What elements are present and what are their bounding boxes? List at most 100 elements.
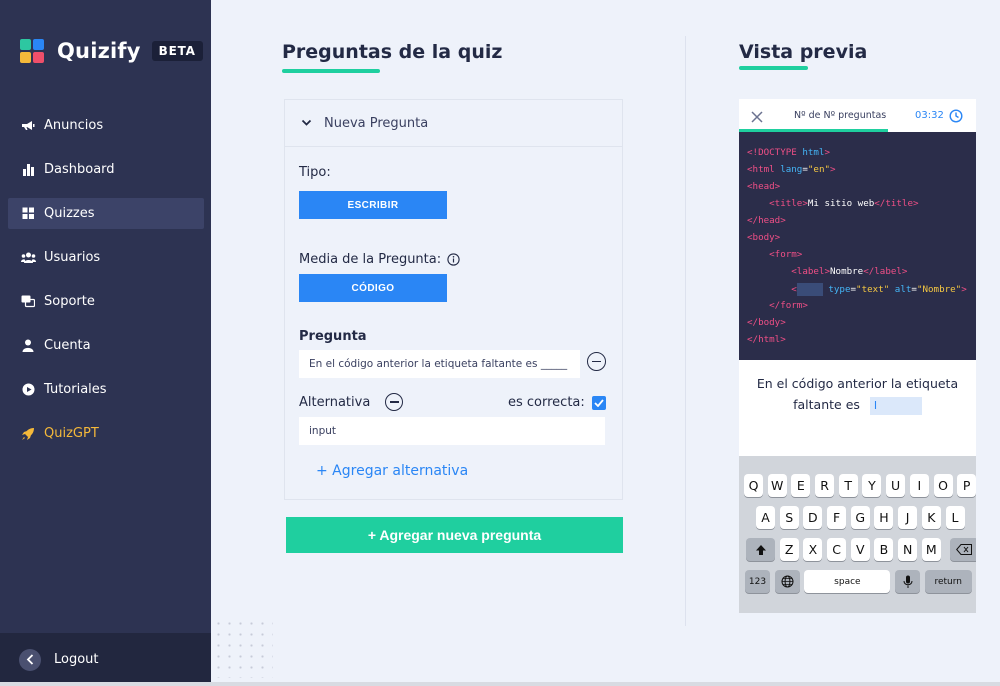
key-o[interactable]: O	[933, 474, 953, 497]
code-token: <body>	[747, 232, 781, 243]
backspace-icon[interactable]	[949, 538, 976, 561]
code-token: <form>	[769, 249, 803, 260]
key-return[interactable]: return	[924, 570, 972, 593]
correct-label: es correcta:	[508, 395, 585, 410]
code-token: </title>	[874, 198, 919, 209]
sidebar: Quizify BETA Anuncios Dashboard Quizzes	[0, 0, 211, 686]
remove-alternative-icon[interactable]	[385, 393, 403, 411]
info-icon[interactable]	[447, 253, 460, 266]
key-k[interactable]: K	[921, 506, 941, 529]
microphone-icon[interactable]	[895, 570, 921, 593]
code-token: </html>	[747, 334, 786, 345]
add-question-button[interactable]: + Agregar nueva pregunta	[286, 517, 623, 553]
clock-icon	[949, 108, 963, 127]
remove-question-icon[interactable]	[587, 352, 606, 371]
code-token: "text"	[856, 284, 890, 295]
code-token: "Nombre"	[916, 284, 962, 295]
key-e[interactable]: E	[791, 474, 811, 497]
key-l[interactable]: L	[945, 506, 965, 529]
key-n[interactable]: N	[898, 538, 918, 561]
key-w[interactable]: W	[767, 474, 787, 497]
key-c[interactable]: C	[827, 538, 847, 561]
preview-title: Vista previa	[739, 41, 868, 63]
code-line: < type="text" alt="Nombre">	[739, 283, 976, 300]
question-card: Nueva Pregunta Tipo: ESCRIBIR Media de l…	[284, 99, 623, 500]
key-s[interactable]: S	[779, 506, 799, 529]
code-blank	[796, 283, 823, 296]
brand-logo[interactable]: Quizify BETA	[20, 39, 203, 63]
code-token: </body>	[747, 317, 786, 328]
key-j[interactable]: J	[898, 506, 918, 529]
type-label: Tipo:	[299, 165, 331, 180]
support-icon	[20, 294, 36, 310]
question-header-label: Nueva Pregunta	[324, 115, 429, 131]
preview-title-underline	[739, 66, 808, 70]
sidebar-item-quizgpt[interactable]: QuizGPT	[8, 418, 204, 449]
code-line: <html lang="en">	[739, 164, 976, 181]
key-r[interactable]: R	[815, 474, 835, 497]
sidebar-nav: Anuncios Dashboard Quizzes Usuarios Sopo…	[8, 110, 204, 462]
key-p[interactable]: P	[957, 474, 976, 497]
key-d[interactable]: D	[803, 506, 823, 529]
code-line: </head>	[739, 215, 976, 232]
key-space[interactable]: space	[804, 570, 891, 593]
shift-icon[interactable]	[746, 538, 775, 561]
key-v[interactable]: V	[850, 538, 870, 561]
code-token: <html	[747, 164, 781, 175]
sidebar-item-usuarios[interactable]: Usuarios	[8, 242, 204, 273]
key-u[interactable]: U	[886, 474, 906, 497]
timer: 03:32	[915, 110, 944, 121]
key-z[interactable]: Z	[779, 538, 799, 561]
editor-title-underline	[282, 69, 380, 73]
key-q[interactable]: Q	[744, 474, 763, 497]
close-icon[interactable]	[751, 108, 763, 127]
sidebar-item-label: Usuarios	[44, 250, 101, 265]
code-block: <!DOCTYPE html> <html lang="en"> <head> <t…	[739, 132, 976, 360]
sidebar-item-anuncios[interactable]: Anuncios	[8, 110, 204, 141]
correct-checkbox[interactable]	[592, 396, 606, 410]
preview-question-line2: faltante es	[793, 397, 860, 412]
sidebar-item-soporte[interactable]: Soporte	[8, 286, 204, 317]
key-a[interactable]: A	[756, 506, 775, 529]
keyboard-row-3: ZXCVBNM	[746, 538, 976, 561]
key-numbers[interactable]: 123	[745, 570, 770, 593]
key-y[interactable]: Y	[862, 474, 882, 497]
code-token: <head>	[747, 181, 781, 192]
preview-header: Nº de Nº preguntas 03:32	[739, 99, 976, 132]
user-icon	[20, 338, 36, 354]
key-h[interactable]: H	[874, 506, 894, 529]
sidebar-item-quizzes[interactable]: Quizzes	[8, 198, 204, 229]
code-token: Mi sitio web	[807, 198, 875, 209]
answer-input[interactable]: I	[869, 396, 922, 415]
code-token: <label>	[791, 266, 830, 277]
sidebar-item-tutoriales[interactable]: Tutoriales	[8, 374, 204, 405]
sidebar-item-label: QuizGPT	[44, 426, 99, 441]
sidebar-item-label: Anuncios	[44, 118, 104, 133]
grid-icon	[20, 206, 36, 222]
media-code-button[interactable]: CÓDIGO	[299, 274, 447, 302]
globe-icon[interactable]	[774, 570, 800, 593]
alternative-input[interactable]: input	[299, 417, 605, 445]
key-i[interactable]: I	[909, 474, 929, 497]
alternative-label: Alternativa	[299, 395, 371, 410]
sidebar-item-label: Dashboard	[44, 162, 115, 177]
logout-button[interactable]: Logout	[0, 633, 211, 686]
sidebar-item-dashboard[interactable]: Dashboard	[8, 154, 204, 185]
question-header[interactable]: Nueva Pregunta	[285, 100, 622, 147]
key-t[interactable]: T	[838, 474, 858, 497]
sidebar-item-cuenta[interactable]: Cuenta	[8, 330, 204, 361]
key-f[interactable]: F	[827, 506, 847, 529]
logout-label: Logout	[54, 652, 99, 667]
type-write-button[interactable]: ESCRIBIR	[299, 191, 447, 219]
code-token: </form>	[769, 300, 808, 311]
key-m[interactable]: M	[921, 538, 941, 561]
code-line: <title>Mi sitio web</title>	[739, 198, 976, 215]
add-alternative-link[interactable]: + Agregar alternativa	[316, 463, 468, 479]
key-x[interactable]: X	[803, 538, 823, 561]
question-label: Pregunta	[299, 329, 367, 344]
key-g[interactable]: G	[850, 506, 870, 529]
code-token: >	[961, 284, 967, 295]
question-input[interactable]: En el código anterior la etiqueta faltan…	[299, 350, 580, 378]
key-b[interactable]: B	[874, 538, 894, 561]
